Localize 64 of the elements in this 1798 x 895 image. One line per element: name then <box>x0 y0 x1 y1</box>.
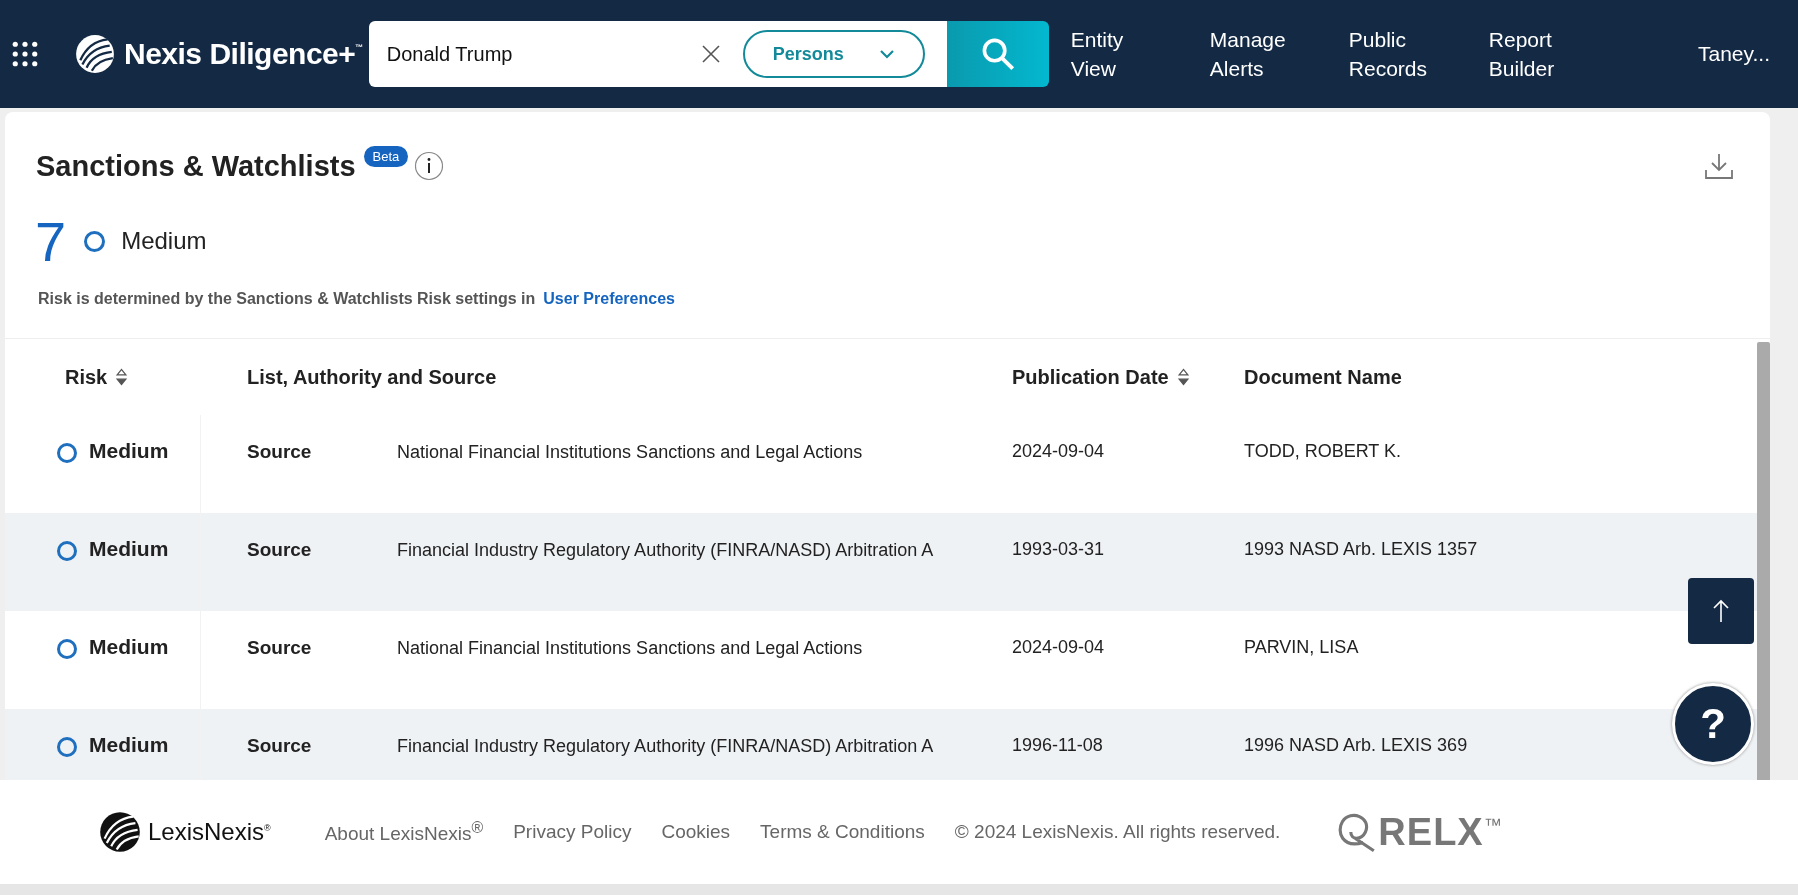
apps-grid-icon[interactable] <box>12 41 38 67</box>
table-cell: Financial Industry Regulatory Authority (FINRA/NASD) Arbitration A <box>397 539 934 561</box>
column-header: List, Authority and Source <box>247 365 497 389</box>
clear-icon[interactable] <box>700 44 721 64</box>
nav-link[interactable]: Manage Alerts <box>1209 25 1295 83</box>
footer-link[interactable]: About LexisNexis$^{®}$ <box>324 818 484 846</box>
table-cell: National Financial Institutions Sanctions and Legal Actions <box>397 637 863 659</box>
risk-circle-icon <box>84 230 106 252</box>
table-cell: National Financial Institutions Sanctions and Legal Actions <box>397 441 863 463</box>
table-cell: PARVIN, LISA <box>1244 637 1359 658</box>
footer-link[interactable]: Terms & Conditions <box>760 821 925 843</box>
nav-link[interactable]: Public Records <box>1348 25 1439 83</box>
scrollbar[interactable] <box>1757 342 1770 780</box>
search-button[interactable] <box>946 21 1049 87</box>
risk-circle-icon <box>57 737 77 757</box>
risk-circle-icon <box>57 443 77 463</box>
brand-logo-text: LexisNexis$^{®}$ <box>148 818 271 846</box>
back-to-top-button[interactable] <box>1688 578 1754 644</box>
search-icon <box>980 37 1015 71</box>
beta-badge: Beta <box>363 146 409 167</box>
info-icon[interactable] <box>414 151 445 181</box>
source-label: Source <box>247 735 313 757</box>
table-cell: Medium <box>89 537 169 561</box>
table-cell: 1996 NASD Arb. LEXIS 369 <box>1244 735 1468 756</box>
risk-circle-icon <box>57 639 77 659</box>
table-cell: 1993-03-31 <box>1012 539 1105 560</box>
source-label: Source <box>247 539 313 561</box>
table-cell: 1996-11-08 <box>1012 735 1103 756</box>
sort-icon[interactable] <box>115 367 129 387</box>
copyright-text: © 2024 LexisNexis. All rights reserved. <box>954 821 1281 843</box>
table-cell: 1993 NASD Arb. LEXIS 1357 <box>1244 539 1478 560</box>
risk-circle-icon <box>57 541 77 561</box>
footer-link[interactable]: Privacy Policy <box>513 821 632 843</box>
table-cell: Medium <box>89 733 169 757</box>
table-cell: Medium <box>89 439 169 463</box>
table-cell: TODD, ROBERT K. <box>1244 441 1402 462</box>
table-cell: 2024-09-04 <box>1012 441 1105 462</box>
globe-logo-icon <box>98 810 142 854</box>
relx-logo-text: RELX$^{™}$ <box>1378 810 1503 854</box>
nav-link[interactable]: Report Builder <box>1488 25 1579 83</box>
app-logo-text: Nexis Diligence+$^{™}$ <box>124 37 363 71</box>
table-cell: 2024-09-04 <box>1012 637 1105 658</box>
column-header: Publication Date <box>1012 365 1169 389</box>
sort-icon[interactable] <box>1176 367 1190 387</box>
column-header: Risk <box>65 365 108 389</box>
footer-link[interactable]: Cookies <box>661 821 731 843</box>
globe-logo-icon <box>74 33 116 75</box>
table-cell: Medium <box>89 635 169 659</box>
arrow-up-icon <box>1713 599 1729 623</box>
risk-level-label: Medium <box>121 227 207 255</box>
source-label: Source <box>247 637 313 659</box>
table-cell: Financial Industry Regulatory Authority (FINRA/NASD) Arbitration A <box>397 735 934 757</box>
chevron-down-icon <box>878 49 895 59</box>
risk-note-text: Risk is determined by the Sanctions & Watchlists Risk settings in <box>38 290 536 308</box>
download-icon[interactable] <box>1704 152 1734 180</box>
column-header: Document Name <box>1244 365 1402 389</box>
source-label: Source <box>247 441 313 463</box>
category-dropdown[interactable]: Persons <box>742 30 925 78</box>
user-preferences-link[interactable]: User Preferences <box>543 290 675 308</box>
user-menu[interactable]: Taney... <box>1698 42 1770 66</box>
risk-count: 7 <box>35 208 67 274</box>
search-field[interactable]: Donald Trump Persons <box>368 21 947 87</box>
section-title: Sanctions & Watchlists <box>36 149 356 183</box>
nav-link[interactable]: Entity View <box>1070 25 1156 83</box>
